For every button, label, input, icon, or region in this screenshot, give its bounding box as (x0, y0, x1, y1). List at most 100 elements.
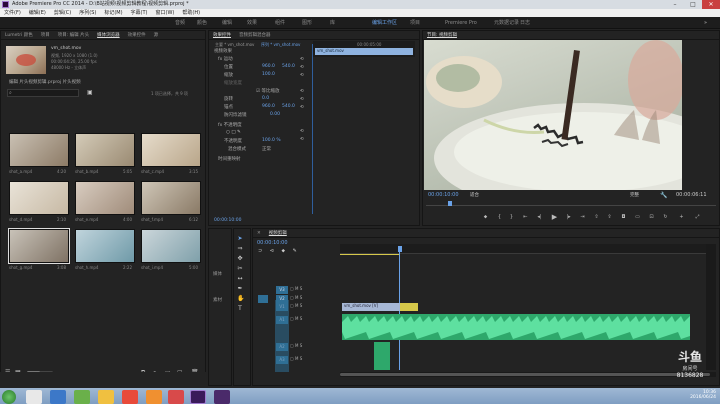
menu-sequence[interactable]: 序列(S) (75, 9, 100, 17)
media-thumbnail[interactable] (75, 133, 135, 167)
taskbar-app-2[interactable] (50, 390, 66, 404)
pen-tool-icon[interactable]: ✒ (237, 286, 243, 292)
workspace-audio[interactable]: 音频 (175, 17, 185, 29)
tab-lumetri[interactable]: Lumetri 颜色 (1, 31, 37, 39)
workspace-metadata[interactable]: 元数据记录 (494, 17, 519, 29)
tab-project-edit[interactable]: 项目: 编辑 片头 (54, 31, 93, 39)
anchor-y-value[interactable]: 540.0 (282, 104, 295, 109)
workspace-color[interactable]: 颜色 (197, 17, 207, 29)
taskbar-app-4[interactable] (98, 390, 114, 404)
timeline-tool-icons[interactable]: ⊃ ⊲ ⬥ ✎ (258, 248, 300, 254)
tab-media-browser[interactable]: 媒体浏览器 (93, 31, 124, 39)
go-to-out-icon[interactable]: ⇥ (579, 214, 586, 221)
step-back-icon[interactable]: ◂| (536, 214, 543, 221)
mini-clip-bar[interactable]: vm_shot.mov (315, 48, 413, 55)
workspace-graphics[interactable]: 图形 (302, 17, 312, 29)
program-playhead[interactable] (448, 201, 452, 206)
track-controls[interactable]: ▢ M S (290, 286, 302, 291)
menu-file[interactable]: 文件(F) (0, 9, 25, 17)
step-forward-icon[interactable]: |▸ (565, 214, 572, 221)
workspace-libraries[interactable]: 库 (330, 17, 335, 29)
track-controls[interactable]: ▢ M S (290, 356, 302, 361)
media-thumbnail[interactable] (75, 181, 135, 215)
program-scrub-bar[interactable] (426, 200, 716, 206)
media-thumbnail[interactable] (8, 228, 70, 264)
media-thumbnail[interactable] (141, 229, 201, 263)
workspace-effects[interactable]: 效果 (247, 17, 257, 29)
timeline-timecode[interactable]: 00:00:10:00 (257, 240, 288, 246)
track-select-icon[interactable]: ⇒ (237, 246, 243, 252)
tab-source[interactable]: 源 (150, 31, 163, 39)
timeline-scrollbar[interactable] (340, 372, 716, 377)
menu-help[interactable]: 帮助(H) (178, 9, 204, 17)
text-tool-icon[interactable]: T (237, 306, 243, 312)
effect-sequence[interactable]: 序列 * vm_shot.mov (261, 42, 300, 48)
opacity-effect[interactable]: fx 不透明度 (218, 122, 242, 128)
rotation-value[interactable]: 0.0 (262, 96, 269, 101)
audio-clip-a1[interactable] (342, 314, 690, 340)
menu-title[interactable]: 字幕(T) (127, 9, 152, 17)
export-frame-icon[interactable]: ◘ (620, 214, 627, 221)
lift-icon[interactable]: ⇧ (593, 214, 600, 221)
flicker-value[interactable]: 0.00 (270, 112, 280, 117)
loop-icon[interactable]: ↻ (662, 214, 669, 221)
workspace-premiere[interactable]: Premiere Pro (445, 17, 477, 29)
media-thumbnail[interactable] (141, 181, 201, 215)
tab-program[interactable]: 节目: 视频剪辑 (423, 31, 461, 39)
taskbar-app-3[interactable] (74, 390, 90, 404)
close-button[interactable]: ✕ (702, 0, 720, 9)
workspace-log[interactable]: 日志 (520, 17, 530, 29)
taskbar-app-5[interactable] (122, 390, 138, 404)
track-controls[interactable]: ▢ M S (290, 343, 302, 348)
track-controls[interactable]: ▢ M S (290, 316, 302, 321)
quality-select[interactable]: 完整 (630, 192, 639, 198)
workspace-project[interactable]: 项目 (410, 17, 420, 29)
timeline-playhead-line[interactable] (399, 252, 400, 370)
effect-timecode[interactable]: 00:00:10:00 (214, 218, 241, 223)
mask-tools-icon[interactable]: ○ □ ✎ (226, 130, 241, 135)
scale-value[interactable]: 100.0 (262, 72, 275, 77)
search-input[interactable] (16, 90, 76, 96)
tab-effect-controls-main[interactable]: 效果控件 (209, 31, 235, 39)
mark-in-icon[interactable]: { (496, 214, 503, 221)
track-controls[interactable]: ▢ M S (290, 295, 302, 300)
mark-out-icon[interactable]: } (508, 214, 515, 221)
work-area-bar[interactable] (340, 254, 400, 255)
keyframe-reset-icons[interactable]: ⟲ ⟲ ⟲ ⟲ ⟲ ⟲ ⟲ ⟲ (300, 56, 306, 166)
taskbar-app-1[interactable] (26, 390, 42, 404)
compare-icon[interactable]: ▭ (634, 214, 641, 221)
timeline-ruler[interactable] (340, 244, 716, 254)
menu-edit[interactable]: 编辑(E) (25, 9, 50, 17)
workspace-assembly[interactable]: 组件 (275, 17, 285, 29)
blend-mode-select[interactable]: 正常 (262, 146, 271, 152)
taskbar-premiere[interactable] (190, 390, 206, 404)
audio-clip-a2[interactable] (374, 342, 390, 370)
position-y-value[interactable]: 540.0 (282, 64, 295, 69)
fit-select[interactable]: 适合 (470, 192, 479, 198)
workspace-editing[interactable]: 编辑 (222, 17, 232, 29)
marker-icon[interactable]: ⬥ (482, 214, 489, 221)
workspace-editing-active[interactable]: 编辑工作区 (372, 17, 397, 29)
tab-timeline-sequence[interactable]: 视频剪辑 (265, 229, 291, 237)
motion-effect[interactable]: fx 运动 (218, 56, 233, 62)
media-thumbnail[interactable] (9, 133, 69, 167)
uniform-scale-checkbox[interactable]: ☑ 等比缩放 (256, 88, 279, 94)
maximize-button[interactable]: □ (684, 0, 702, 9)
new-bin-icon[interactable]: ▣ (87, 89, 93, 96)
taskbar-app-7[interactable] (168, 390, 184, 404)
menu-marker[interactable]: 标记(M) (100, 9, 126, 17)
play-button[interactable]: ▶ (551, 214, 558, 221)
menu-window[interactable]: 窗口(W) (152, 9, 179, 17)
position-x-value[interactable]: 960.0 (262, 64, 275, 69)
video-clip-transition[interactable] (400, 303, 418, 311)
safe-margins-icon[interactable]: ⊡ (648, 214, 655, 221)
track-header-v3[interactable]: V3 (276, 286, 288, 294)
media-thumbnail[interactable] (141, 133, 201, 167)
media-thumbnail[interactable] (9, 181, 69, 215)
media-thumbnail[interactable] (75, 229, 135, 263)
taskbar-app-6[interactable] (146, 390, 162, 404)
tab-effect-controls[interactable]: 效果控件 (124, 31, 150, 39)
menu-clip[interactable]: 剪辑(C) (50, 9, 75, 17)
tab-audio-mixer[interactable]: 音频剪辑混合器 (235, 31, 275, 39)
button-editor-icon[interactable]: + (678, 214, 685, 221)
